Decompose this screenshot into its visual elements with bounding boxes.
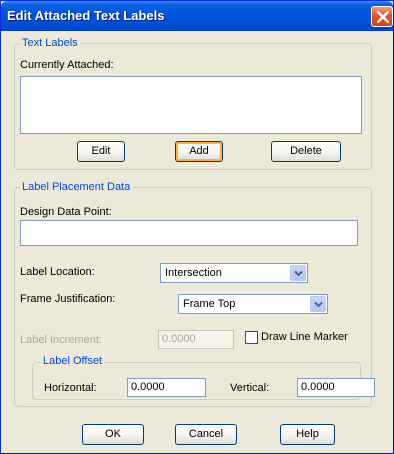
frame-justification-select[interactable]: Frame Top (178, 294, 328, 314)
label-location-value: Intersection (165, 267, 222, 279)
title-bar[interactable]: Edit Attached Text Labels (1, 1, 393, 31)
chevron-down-icon[interactable] (310, 296, 326, 312)
design-data-point-field[interactable] (20, 220, 358, 246)
label-placement-legend: Label Placement Data (20, 181, 133, 194)
help-button[interactable]: Help (280, 424, 335, 445)
draw-line-marker-label[interactable]: Draw Line Marker (261, 331, 348, 344)
chevron-down-icon[interactable] (290, 265, 306, 281)
add-button[interactable]: Add (175, 141, 223, 162)
dialog-window: Edit Attached Text Labels Text Labels Cu… (0, 0, 394, 454)
close-button[interactable] (371, 6, 393, 27)
design-data-point-label: Design Data Point: (20, 206, 112, 218)
label-increment-field: 0.0000 (158, 330, 234, 349)
label-offset-legend: Label Offset (41, 355, 105, 368)
frame-justification-value: Frame Top (183, 298, 236, 310)
vertical-offset-field[interactable]: 0.0000 (297, 378, 375, 397)
edit-button[interactable]: Edit (77, 141, 125, 162)
ok-button[interactable]: OK (82, 424, 144, 445)
window-title: Edit Attached Text Labels (7, 8, 165, 23)
label-increment-label: Label Increment: (20, 334, 102, 346)
horizontal-label: Horizontal: (44, 382, 97, 394)
label-location-select[interactable]: Intersection (160, 263, 308, 283)
currently-attached-label: Currently Attached: (20, 59, 114, 71)
frame-justification-label: Frame Justification: (20, 293, 116, 305)
text-labels-legend: Text Labels (20, 37, 80, 50)
label-location-label: Label Location: (20, 266, 95, 278)
currently-attached-list[interactable] (20, 76, 362, 134)
horizontal-offset-field[interactable]: 0.0000 (127, 378, 206, 397)
delete-button[interactable]: Delete (271, 141, 341, 162)
cancel-button[interactable]: Cancel (175, 424, 237, 445)
draw-line-marker-checkbox[interactable] (245, 331, 258, 344)
vertical-label: Vertical: (230, 382, 270, 394)
